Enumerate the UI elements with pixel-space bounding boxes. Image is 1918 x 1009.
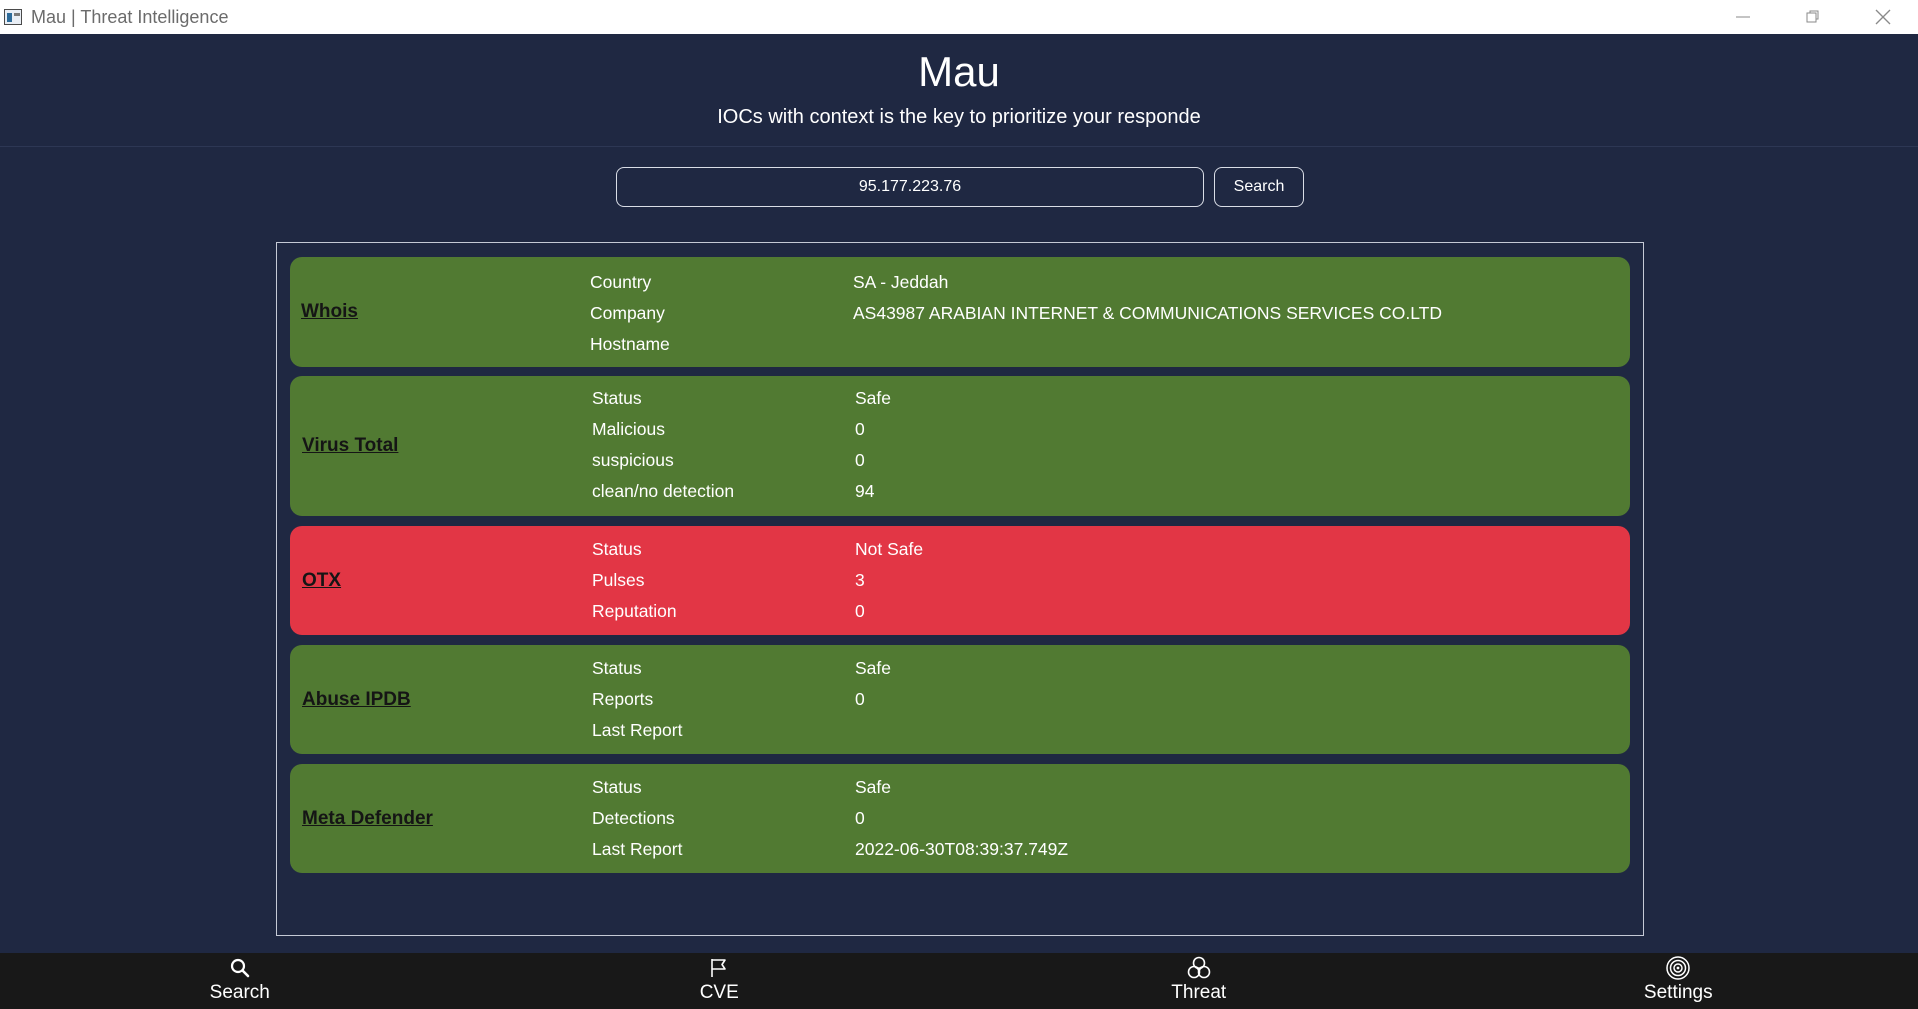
row-label: Hostname	[590, 334, 670, 354]
restore-button[interactable]	[1778, 0, 1848, 34]
row-label: Company	[590, 303, 665, 323]
row-value: AS43987 ARABIAN INTERNET & COMMUNICATION…	[853, 303, 1442, 323]
row-label: Reports	[592, 689, 654, 709]
row-label: Status	[592, 388, 642, 408]
row-label: Detections	[592, 808, 675, 828]
row-value: Safe	[855, 777, 891, 797]
nav-label-cve: CVE	[699, 982, 739, 1003]
nav-item-search[interactable]: Search	[0, 953, 480, 1009]
row-value: 0	[855, 689, 865, 709]
card-virus-total: Virus Total Status Safe Malicious 0 suspic…	[290, 376, 1630, 516]
target-icon	[1665, 956, 1691, 980]
row-value: 0	[855, 601, 865, 621]
results-panel: Whois Country SA - Jeddah Company AS43987 …	[276, 242, 1644, 936]
row-label: suspicious	[592, 450, 674, 470]
row-label: Reputation	[592, 601, 677, 621]
row-value: 2022-06-30T08:39:37.749Z	[855, 839, 1069, 859]
row-value: 94	[855, 481, 875, 501]
row-value: 0	[855, 808, 865, 828]
card-title-whois[interactable]: Whois	[301, 301, 358, 323]
restore-icon	[1806, 10, 1819, 23]
nav-item-threat[interactable]: Threat	[959, 953, 1439, 1009]
row-label: Last Report	[592, 839, 683, 859]
search-icon	[229, 956, 251, 980]
card-whois: Whois Country SA - Jeddah Company AS43987 …	[290, 257, 1630, 367]
close-button[interactable]	[1848, 0, 1918, 34]
card-title-otx[interactable]: OTX	[302, 570, 341, 592]
row-value: 3	[855, 570, 865, 590]
page-header: Mau IOCs with context is the key to prio…	[0, 34, 1918, 147]
card-title-virus-total[interactable]: Virus Total	[302, 435, 398, 457]
nav-item-settings[interactable]: Settings	[1439, 953, 1918, 1009]
window-title: Mau | Threat Intelligence	[31, 6, 229, 27]
card-meta-defender: Meta Defender Status Safe Detections 0 Las…	[290, 764, 1630, 873]
nav-label-settings: Settings	[1643, 982, 1713, 1003]
row-value: 0	[855, 419, 865, 439]
row-label: Status	[592, 658, 642, 678]
page-title: Mau	[918, 48, 1000, 95]
row-value: Safe	[855, 658, 891, 678]
minimize-button[interactable]	[1708, 0, 1778, 34]
row-label: Last Report	[592, 720, 683, 740]
minimize-icon	[1736, 16, 1750, 18]
biohazard-icon	[1186, 956, 1212, 980]
window-controls	[1708, 0, 1918, 34]
page-subtitle: IOCs with context is the key to prioriti…	[717, 106, 1201, 128]
row-label: Status	[592, 539, 642, 559]
row-label: Country	[590, 272, 652, 292]
row-label: Status	[592, 777, 642, 797]
app-icon	[4, 9, 22, 25]
card-otx: OTX Status Not Safe Pulses 3 Reputation 0	[290, 526, 1630, 635]
nav-item-cve[interactable]: CVE	[480, 953, 960, 1009]
row-value: Safe	[855, 388, 891, 408]
card-abuse-ipdb: Abuse IPDB Status Safe Reports 0 Last Repo…	[290, 645, 1630, 754]
row-value: 0	[855, 450, 865, 470]
row-label: Malicious	[592, 419, 665, 439]
nav-label-search: Search	[209, 982, 270, 1003]
row-value: Not Safe	[855, 539, 924, 559]
window-titlebar: Mau | Threat Intelligence	[0, 0, 1918, 34]
row-value: SA - Jeddah	[853, 272, 949, 292]
bottom-nav: Search CVE Threat Settings	[0, 953, 1918, 1009]
flag-icon	[708, 956, 730, 980]
close-icon	[1875, 9, 1891, 25]
search-input[interactable]	[616, 167, 1204, 207]
card-title-abuse-ipdb[interactable]: Abuse IPDB	[302, 689, 411, 711]
nav-label-threat: Threat	[1171, 982, 1227, 1003]
row-label: Pulses	[592, 570, 645, 590]
search-button[interactable]: Search	[1214, 167, 1304, 207]
row-label: clean/no detection	[592, 481, 735, 501]
card-title-meta-defender[interactable]: Meta Defender	[302, 808, 433, 830]
